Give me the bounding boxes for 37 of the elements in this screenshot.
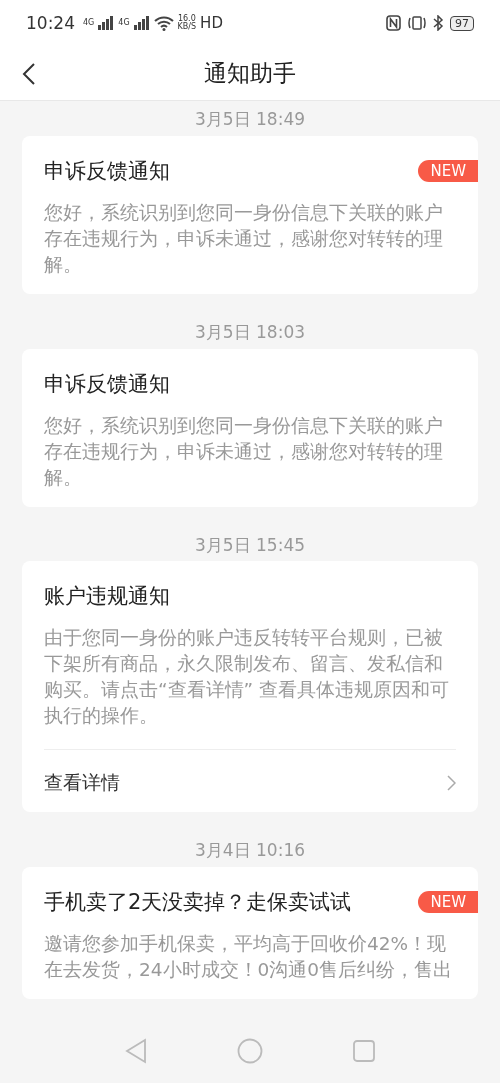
signal-icon bbox=[98, 16, 115, 30]
date-label: 3月4日 10:16 bbox=[195, 839, 305, 863]
notification-title: 手机卖了2天没卖掉？走保卖试试 bbox=[44, 889, 352, 916]
notification-title: 申诉反馈通知 bbox=[44, 157, 170, 185]
signal-icon bbox=[133, 16, 150, 30]
page-title: 通知助手 bbox=[204, 58, 296, 88]
notification-body: 您好，系统识别到您同一身份信息下关联的账户存在违规行为，申诉未通过，感谢您对转转的理解。 bbox=[44, 413, 444, 490]
home-icon[interactable] bbox=[237, 1038, 263, 1064]
recent-apps-icon[interactable] bbox=[353, 1040, 375, 1062]
notification-card[interactable]: 账户违规通知 由于您同一身份的账户违反转转平台规则，已被下架所有商品，永久限制发布、留言、发私信和购买。请点击“查看详情” 查看具体违规原因和可执行的操作。 查看详情 bbox=[22, 561, 478, 813]
back-icon[interactable] bbox=[22, 62, 36, 86]
speed-unit: KB/S bbox=[177, 23, 197, 31]
details-link[interactable]: 查看详情 bbox=[44, 749, 456, 797]
vibrate-icon bbox=[407, 15, 427, 31]
speed-value: 16.0 bbox=[177, 15, 196, 23]
battery-level: 97 bbox=[450, 15, 474, 31]
new-badge: NEW bbox=[418, 891, 478, 913]
notification-body: 您好，系统识别到您同一身份信息下关联的账户存在违规行为，申诉未通过，感谢您对转转的理解。 bbox=[44, 200, 444, 277]
wifi-icon bbox=[153, 15, 174, 31]
new-badge: NEW bbox=[418, 159, 478, 182]
date-label: 3月5日 15:45 bbox=[195, 533, 305, 557]
network-label: 4G bbox=[83, 19, 95, 27]
status-time: 10:24 bbox=[26, 13, 75, 33]
notification-title: 申诉反馈通知 bbox=[44, 370, 170, 398]
notification-card[interactable]: 手机卖了2天没卖掉？走保卖试试 NEW 邀请您参加手机保卖，平均高于回收价42%！现在去发货，24小时成交！0沟通0售后纠纷，售出 bbox=[22, 867, 478, 999]
date-label: 3月5日 18:03 bbox=[195, 320, 305, 344]
notification-card[interactable]: 申诉反馈通知 您好，系统识别到您同一身份信息下关联的账户存在违规行为，申诉未通过，感谢您对转转的理解。 bbox=[22, 348, 478, 507]
notification-body: 邀请您参加手机保卖，平均高于回收价42%！现在去发货，24小时成交！0沟通0售后纠纷，售出 bbox=[44, 932, 454, 982]
nfc-icon bbox=[386, 15, 401, 31]
notification-body: 由于您同一身份的账户违反转转平台规则，已被下架所有商品，永久限制发布、留言、发私信和购买。请点击“查看详情” 查看具体违规原因和可执行的操作。 bbox=[44, 626, 451, 729]
bluetooth-icon bbox=[433, 15, 444, 31]
notification-title: 账户违规通知 bbox=[44, 583, 170, 611]
date-label: 3月5日 18:49 bbox=[195, 108, 305, 131]
notification-card[interactable]: 申诉反馈通知 NEW 您好，系统识别到您同一身份信息下关联的账户存在违规行为，申诉未通过，感谢您对转转的理解。 bbox=[22, 135, 478, 294]
hd-indicator: HD bbox=[200, 14, 223, 32]
network-label: 4G bbox=[118, 19, 130, 27]
chevron-icon bbox=[447, 775, 456, 792]
